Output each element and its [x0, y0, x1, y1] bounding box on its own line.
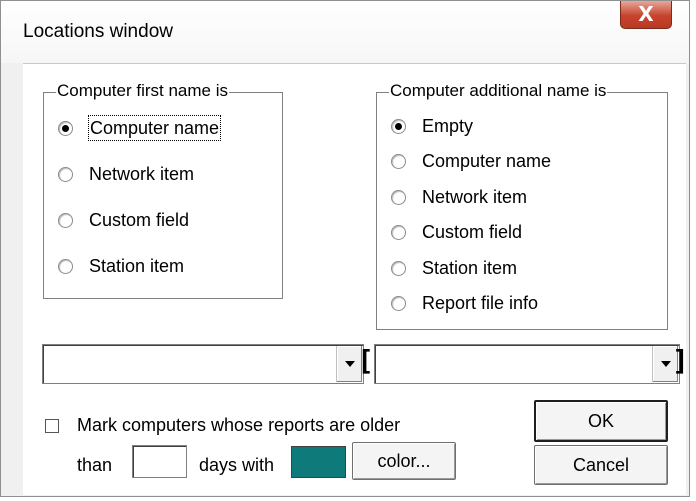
radio-label: Computer name: [422, 151, 552, 171]
radio-label: Empty: [422, 116, 474, 136]
radio-icon[interactable]: [391, 190, 406, 205]
radio-label: Custom field: [89, 210, 190, 230]
radio-icon[interactable]: [391, 225, 406, 240]
days-input[interactable]: [132, 445, 187, 478]
mark-old-label: Mark computers whose reports are older: [77, 415, 401, 435]
color-swatch: [291, 446, 346, 478]
radio-icon[interactable]: [58, 213, 73, 228]
close-bracket: ]: [672, 344, 689, 377]
mark-old-checkbox[interactable]: [45, 419, 59, 433]
radio-label: Network item: [422, 187, 528, 207]
days-with-label: days with: [199, 455, 275, 475]
additional-name-group: Computer additional name is Empty Comput…: [376, 81, 668, 330]
window-title: Locations window: [23, 21, 173, 42]
radio-label: Network item: [89, 164, 195, 184]
radio-label: Custom field: [422, 222, 523, 242]
open-bracket: [: [357, 344, 374, 377]
first-name-group-title: Computer first name is: [56, 81, 229, 101]
first-name-combo[interactable]: [42, 344, 364, 384]
additional-name-combo[interactable]: [374, 344, 680, 384]
additional-name-group-title: Computer additional name is: [389, 81, 608, 101]
radio-label: Station item: [89, 256, 185, 276]
ok-button[interactable]: OK: [534, 400, 668, 442]
first-name-group: Computer first name is Computer name Net…: [43, 81, 283, 299]
cancel-button[interactable]: Cancel: [534, 445, 668, 485]
radio-icon[interactable]: [391, 154, 406, 169]
radio-icon[interactable]: [58, 121, 73, 136]
dialog-client-area: Computer first name is Computer name Net…: [23, 63, 689, 495]
radio-icon[interactable]: [58, 259, 73, 274]
close-icon: X: [638, 2, 654, 26]
title-bar: Locations window X: [1, 1, 689, 63]
than-label: than: [77, 455, 113, 475]
radio-label: Computer name: [87, 115, 222, 141]
locations-window: Locations window X Computer first name i…: [0, 0, 690, 497]
radio-icon[interactable]: [391, 119, 406, 134]
color-button[interactable]: color...: [352, 442, 456, 480]
radio-icon[interactable]: [391, 296, 406, 311]
close-button[interactable]: X: [620, 1, 672, 29]
radio-label: Report file info: [422, 293, 539, 313]
radio-label: Station item: [422, 258, 518, 278]
radio-icon[interactable]: [391, 261, 406, 276]
radio-icon[interactable]: [58, 167, 73, 182]
